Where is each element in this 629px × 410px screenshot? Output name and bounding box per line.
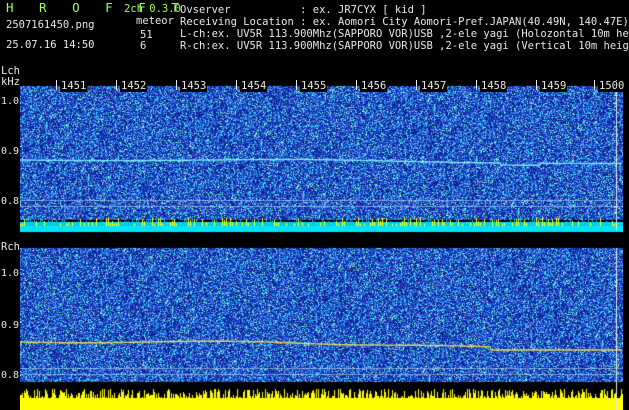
mode-label: 2ch 0.3.0 — [124, 3, 181, 15]
time-tick — [296, 80, 297, 90]
image-filename: 2507161450.png — [6, 19, 95, 31]
time-label: 1457 — [420, 80, 448, 92]
khz-unit-label: kHz — [1, 76, 20, 88]
rch-ytick: 0.8 — [1, 370, 20, 381]
spectrogram-canvas — [20, 80, 623, 410]
time-label: 1452 — [120, 80, 148, 92]
time-label: 1455 — [300, 80, 328, 92]
lch-ytick: 0.8 — [1, 196, 20, 207]
rch-ytick: 0.9 — [1, 320, 20, 331]
lch-receiver-info: L-ch:ex. UV5R 113.900Mhz(SAPPORO VOR)USB… — [180, 28, 629, 40]
meteor-label: meteor — [136, 15, 174, 27]
time-tick — [176, 80, 177, 90]
rch-ytick: 1.0 — [1, 268, 20, 279]
time-tick — [594, 80, 595, 90]
observation-datetime: 25.07.16 14:50 — [6, 39, 95, 51]
time-tick — [416, 80, 417, 90]
time-label: 1456 — [360, 80, 388, 92]
location-info: Receiving Location : ex. Aomori City Aom… — [180, 16, 629, 28]
observer-info: Ovserver : ex. JR7CYX [ kid ] — [180, 4, 427, 16]
meteor-count-rch: 6 — [140, 40, 147, 52]
time-tick — [476, 80, 477, 90]
time-tick — [536, 80, 537, 90]
time-tick — [236, 80, 237, 90]
time-tick — [116, 80, 117, 90]
time-label: 1453 — [180, 80, 208, 92]
lch-ytick: 0.9 — [1, 146, 20, 157]
time-label: 1451 — [60, 80, 88, 92]
rch-label: Rch — [1, 241, 20, 253]
rch-receiver-info: R-ch:ex. UV5R 113.900Mhz(SAPPORO VOR)USB… — [180, 40, 629, 52]
time-label: 1454 — [240, 80, 268, 92]
time-tick — [356, 80, 357, 90]
time-label: 1458 — [480, 80, 508, 92]
time-label: 1459 — [540, 80, 568, 92]
time-tick — [56, 80, 57, 90]
time-label: 1500 — [598, 80, 626, 92]
spectrogram-area — [20, 80, 623, 410]
lch-ytick: 1.0 — [1, 96, 20, 107]
